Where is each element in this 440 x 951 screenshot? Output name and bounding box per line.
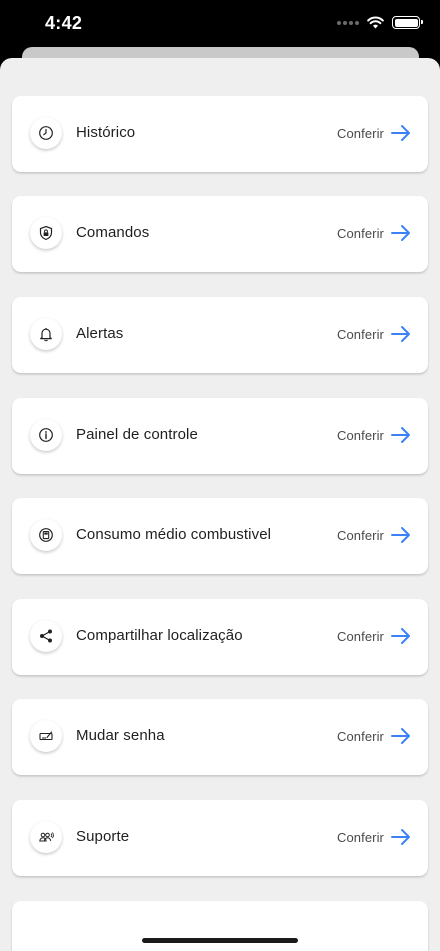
menu-item-label: Consumo médio combustivel — [76, 526, 272, 543]
conferir-label: Conferir — [336, 628, 384, 644]
share-icon — [30, 620, 62, 652]
menu-item-comandos[interactable]: Comandos Conferir — [12, 196, 428, 272]
menu-item-label: Comandos — [76, 224, 150, 241]
arrow-right-icon — [390, 826, 412, 848]
home-indicator[interactable] — [142, 938, 298, 943]
conferir-link[interactable]: Conferir — [337, 524, 412, 546]
menu-item-consumo-medio-combustivel[interactable]: Consumo médio combustivel Conferir — [12, 498, 428, 574]
menu-item-label: Alertas — [76, 325, 124, 342]
gauge-icon — [30, 419, 62, 451]
support-icon — [30, 821, 62, 853]
arrow-right-icon — [390, 122, 412, 144]
menu-item-label: Mudar senha — [76, 727, 165, 744]
menu-item-suporte[interactable]: Suporte Conferir — [12, 800, 428, 876]
cellular-signal-icon — [337, 20, 359, 25]
lock-shield-icon — [30, 217, 62, 249]
wifi-icon — [367, 16, 384, 29]
conferir-link[interactable]: Conferir — [337, 826, 412, 848]
menu-item-historico[interactable]: Histórico Conferir — [12, 96, 428, 172]
battery-icon — [392, 16, 423, 29]
menu-item-mudar-senha[interactable]: Mudar senha Conferir — [12, 699, 428, 775]
menu-item-partial[interactable] — [12, 901, 428, 951]
status-time: 4:42 — [45, 13, 83, 33]
status-icons — [337, 16, 423, 29]
arrow-right-icon — [390, 424, 412, 446]
conferir-link[interactable]: Conferir — [337, 424, 412, 446]
arrow-right-icon — [390, 222, 412, 244]
conferir-link[interactable]: Conferir — [337, 122, 412, 144]
arrow-right-icon — [390, 725, 412, 747]
conferir-link[interactable]: Conferir — [337, 725, 412, 747]
conferir-link[interactable]: Conferir — [337, 625, 412, 647]
conferir-label: Conferir — [336, 225, 384, 241]
menu-item-label: Suporte — [76, 828, 130, 845]
menu-item-label: Painel de controle — [76, 426, 198, 443]
menu-item-compartilhar-localizacao[interactable]: Compartilhar localização Conferir — [12, 599, 428, 675]
bell-icon — [30, 318, 62, 350]
arrow-right-icon — [390, 323, 412, 345]
fuel-icon — [30, 519, 62, 551]
arrow-right-icon — [390, 625, 412, 647]
conferir-label: Conferir — [336, 125, 384, 141]
menu-item-painel-de-controle[interactable]: Painel de controle Conferir — [12, 398, 428, 474]
status-bar: 4:42 — [0, 0, 440, 50]
conferir-label: Conferir — [336, 427, 384, 443]
conferir-label: Conferir — [336, 829, 384, 845]
conferir-label: Conferir — [336, 527, 384, 543]
arrow-right-icon — [390, 524, 412, 546]
menu-item-label: Compartilhar localização — [76, 627, 243, 644]
conferir-label: Conferir — [336, 326, 384, 342]
clock-icon — [30, 117, 62, 149]
menu-item-label: Histórico — [76, 124, 136, 141]
password-icon — [30, 720, 62, 752]
conferir-link[interactable]: Conferir — [337, 222, 412, 244]
menu-item-alertas[interactable]: Alertas Conferir — [12, 297, 428, 373]
menu-sheet: Histórico Conferir Comandos Conferir Ale… — [0, 58, 440, 951]
conferir-link[interactable]: Conferir — [337, 323, 412, 345]
conferir-label: Conferir — [336, 728, 384, 744]
